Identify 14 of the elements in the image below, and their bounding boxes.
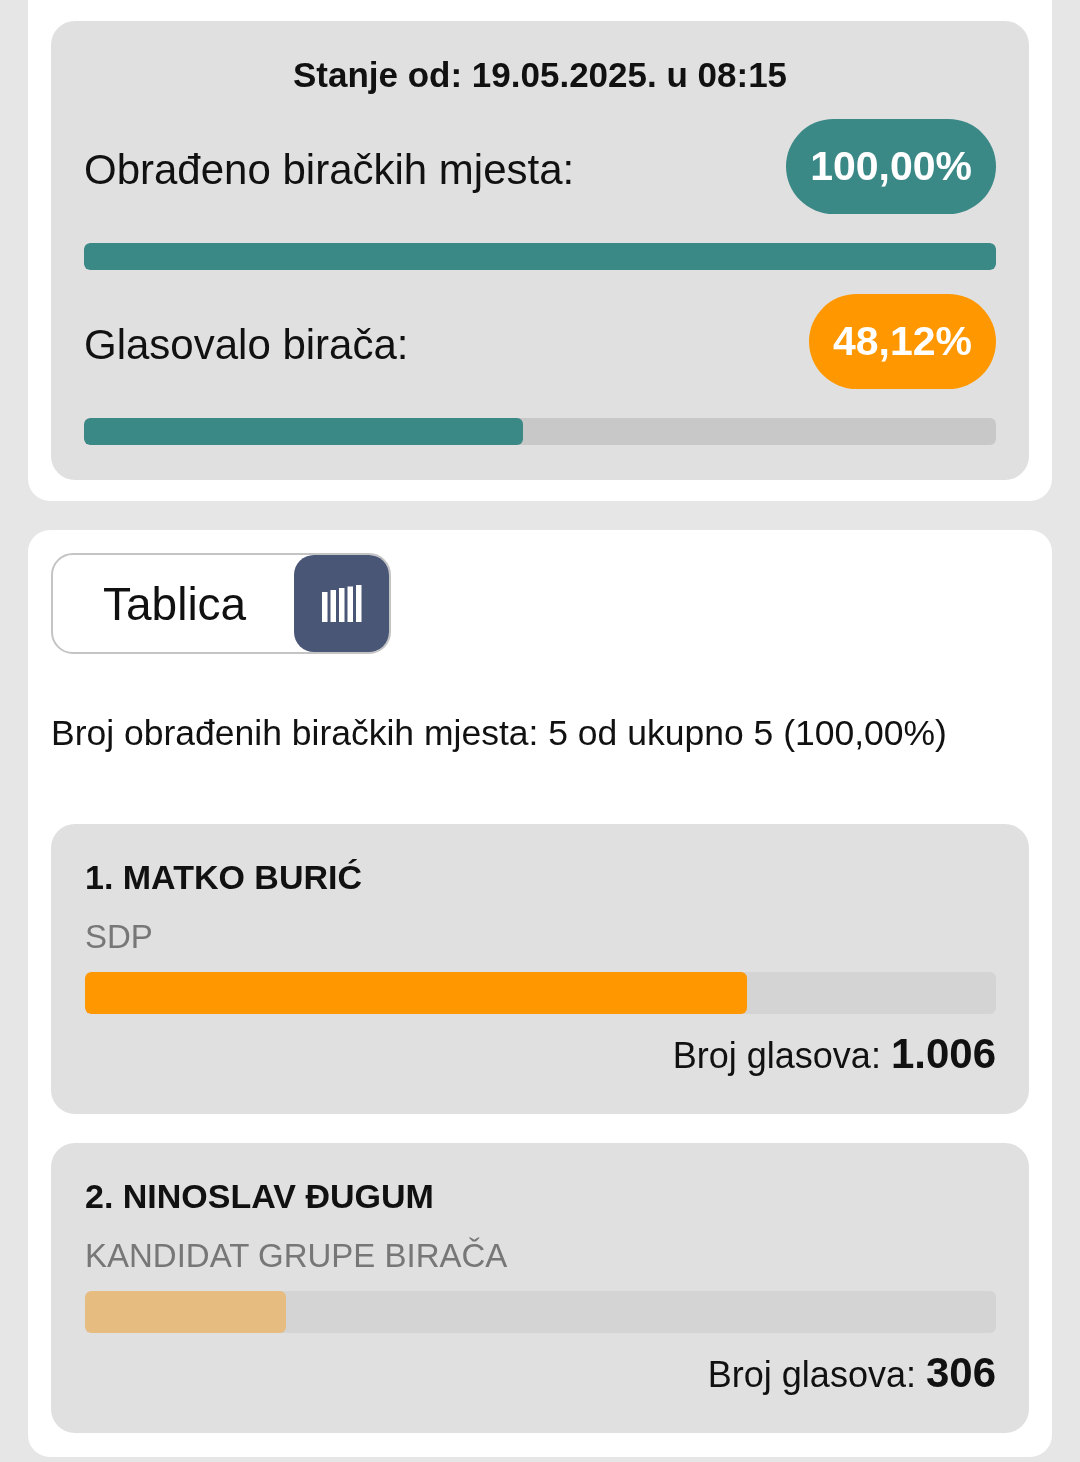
vote-count: Broj glasova: 306 <box>707 1348 996 1398</box>
bar-chart-icon <box>294 555 389 652</box>
view-toggle[interactable]: Tablica <box>51 553 391 654</box>
results-summary: Broj obrađenih biračkih mjesta: 5 od ukupno 5 (100,00%) <box>51 712 948 755</box>
percentage-badge: 48,12% <box>808 294 996 389</box>
percentage-badge: 100,00% <box>786 119 996 214</box>
stat-label: Obrađeno biračkih mjesta: <box>84 144 575 194</box>
candidate-name: 2. NINOSLAV ĐUGUM <box>85 1176 435 1216</box>
vote-count: Broj glasova: 1.006 <box>672 1029 996 1079</box>
status-timestamp: Stanje od: 19.05.2025. u 08:15 <box>292 55 788 95</box>
stat-label: Glasovalo birača: <box>84 319 409 369</box>
candidate-name: 1. MATKO BURIĆ <box>85 857 364 897</box>
party-name: KANDIDAT GRUPE BIRAČA <box>85 1236 509 1276</box>
party-name: SDP <box>85 917 154 957</box>
